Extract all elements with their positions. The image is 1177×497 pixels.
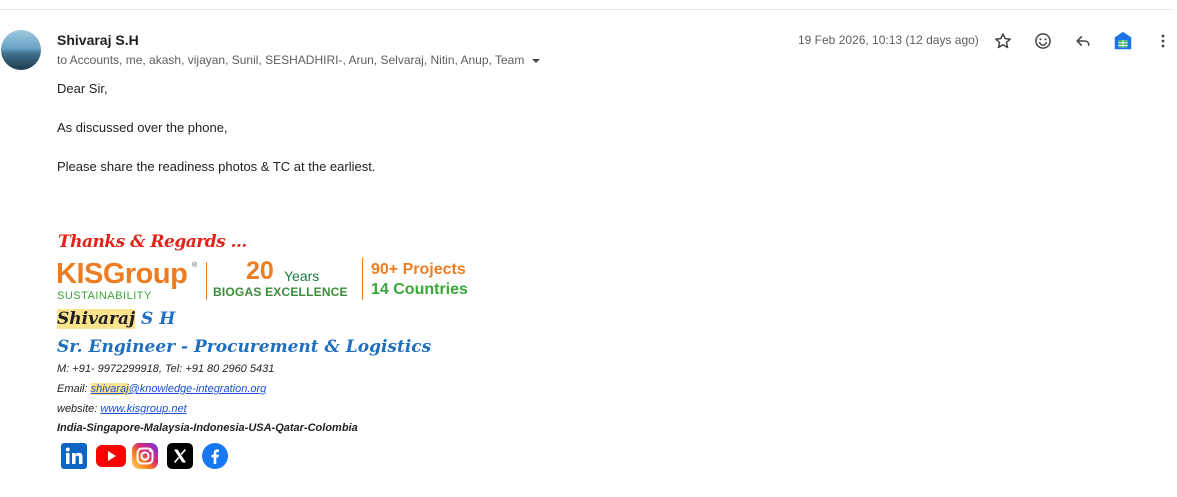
signature-phone: M: +91- 9972299918, Tel: +91 80 2960 543… [57,363,275,375]
signature-countries: India-Singapore-Malaysia-Indonesia-USA-Q… [57,422,358,434]
recipients-row[interactable]: to Accounts, me, akash, vijayan, Sunil, … [57,53,541,67]
email-label: Email: [57,383,91,395]
email-link[interactable]: shivaraj@knowledge-integration.org [90,383,267,395]
divider [0,9,1172,10]
logo-divider-2 [362,258,363,300]
signature-title: Sr. Engineer - Procurement & Logistics [57,337,432,357]
recipients-text: to Accounts, me, akash, vijayan, Sunil, … [57,53,525,67]
more-vert-icon[interactable] [1152,30,1174,52]
email-user: shivaraj [90,383,129,395]
logo-biogas: BIOGAS EXCELLENCE [213,285,348,299]
logo-brand: KISGroup [56,258,188,290]
body-line-1: As discussed over the phone, [57,120,228,135]
email-domain: @knowledge-integration.org [128,383,267,395]
logo-sustainability: SUSTAINABILITY [57,290,152,302]
logo-projects: 90+ Projects [371,261,466,278]
linkedin-icon[interactable] [61,443,87,469]
sender-avatar[interactable] [1,30,41,70]
logo-countries: 14 Countries [371,281,468,298]
body-line-2: Please share the readiness photos & TC a… [57,159,376,174]
signature-email-row: Email: shivaraj@knowledge-integration.or… [57,383,266,395]
body-greeting: Dear Sir, [57,81,108,96]
star-icon[interactable] [992,30,1014,52]
logo-divider [206,262,207,300]
sheets-icon[interactable] [1112,30,1134,52]
instagram-icon[interactable] [132,443,158,469]
logo-years-word: Years [284,268,320,284]
signature-last-name: S H [135,309,176,329]
chevron-down-icon[interactable] [532,58,541,63]
signature-thanks: Thanks & Regards ... [58,232,247,252]
signature-name: Shivaraj S H [57,309,175,329]
signature-first-name: Shivaraj [57,309,136,329]
sender-name[interactable]: Shivaraj S.H [57,32,139,48]
registered-icon: ® [192,262,198,269]
email-date: 19 Feb 2026, 10:13 (12 days ago) [798,33,979,47]
facebook-icon[interactable] [202,443,228,469]
website-link[interactable]: www.kisgroup.net [100,403,186,415]
reply-icon[interactable] [1072,30,1094,52]
signature-website-row: website: www.kisgroup.net [57,403,187,415]
x-twitter-icon[interactable] [167,443,193,469]
emoji-icon[interactable] [1032,30,1054,52]
website-label: website: [57,403,101,415]
logo-years-number: 20 [246,257,274,285]
youtube-icon[interactable] [96,443,126,469]
